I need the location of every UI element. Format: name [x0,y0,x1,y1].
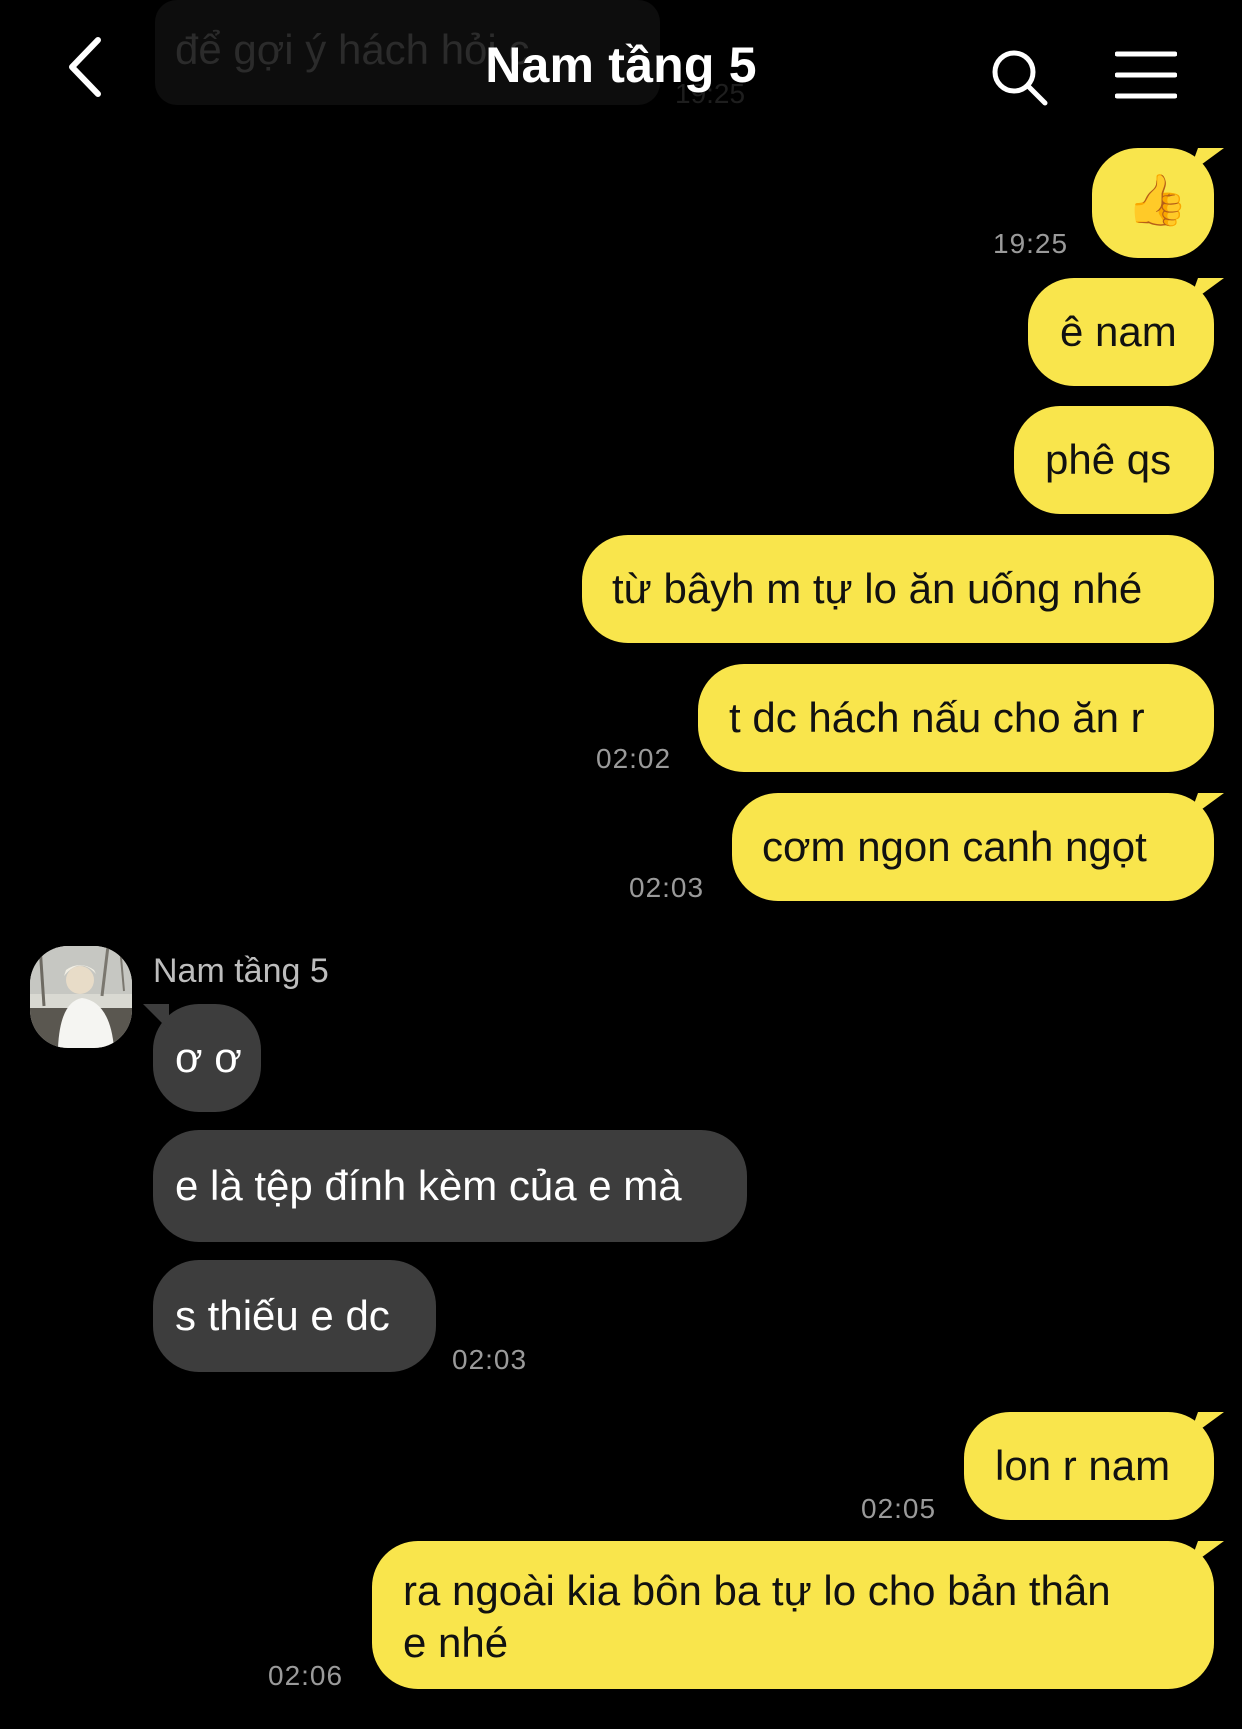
chat-header: để gợi ý hách hỏi c 19:25 Nam tầng 5 [0,0,1242,140]
message-text: ơ ơ [175,1034,242,1081]
message-text: lon r nam [995,1442,1171,1489]
message-text: t dc hách nấu cho ăn r [729,694,1145,741]
search-button[interactable] [990,48,1050,108]
message-text: e là tệp đính kèm của e mà [175,1162,682,1209]
hamburger-menu-icon [1114,51,1178,99]
search-icon [992,50,1048,106]
message-bubble[interactable]: cơm ngon canh ngọt [732,793,1214,901]
message-text-line-2: e nhé [403,1619,509,1666]
message-time: 02:03 [452,1344,528,1375]
message-time: 19:25 [993,228,1069,259]
message-bubble[interactable]: 👍 [1092,148,1214,258]
message-bubble[interactable]: e là tệp đính kèm của e mà [153,1130,747,1242]
message-bubble[interactable]: ra ngoài kia bôn ba tự lo cho bản thân e… [372,1541,1214,1689]
message-bubble[interactable]: từ bâyh m tự lo ăn uống nhé [582,535,1214,643]
message-text: từ bâyh m tự lo ăn uống nhé [612,565,1143,612]
message-text-line-1: ra ngoài kia bôn ba tự lo cho bản thân [403,1567,1111,1614]
message-text: cơm ngon canh ngọt [762,823,1147,870]
chat-title: Nam tầng 5 [485,37,757,93]
message-time: 02:03 [629,872,705,903]
thumbs-up-emoji: 👍 [1126,172,1189,228]
message-bubble[interactable]: ơ ơ [143,1004,261,1112]
message-bubble[interactable]: phê qs [1014,406,1214,514]
message-time: 02:05 [861,1493,937,1524]
sender-name: Nam tầng 5 [153,952,329,990]
message-text: phê qs [1045,436,1172,483]
message-bubble[interactable]: lon r nam [964,1412,1214,1520]
message-time: 02:06 [268,1660,344,1691]
avatar[interactable] [30,946,132,1048]
message-bubble[interactable]: ê nam [1028,278,1214,386]
message-text: ê nam [1060,308,1177,355]
message-bubble[interactable]: t dc hách nấu cho ăn r [698,664,1214,772]
message-text: s thiếu e dc [175,1292,390,1339]
menu-button[interactable] [1114,50,1178,100]
avatar-photo [30,946,132,1048]
message-time: 02:02 [596,743,672,774]
message-bubble[interactable]: s thiếu e dc [153,1260,436,1372]
